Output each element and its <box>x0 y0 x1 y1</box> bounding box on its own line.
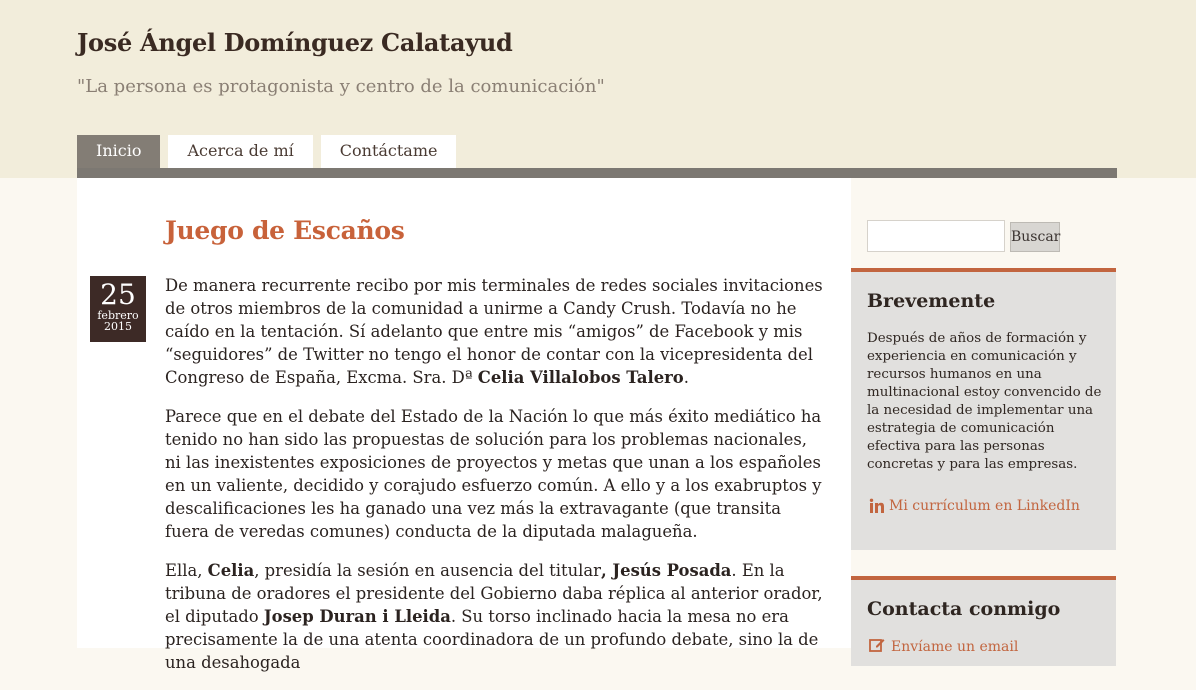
post-title[interactable]: Juego de Escaños <box>165 216 405 245</box>
nav-item-contacto[interactable]: Contáctame <box>320 135 457 169</box>
site-title[interactable]: José Ángel Domínguez Calatayud <box>77 28 513 57</box>
date-year: 2015 <box>104 320 132 333</box>
linkedin-label: Mi currículum en LinkedIn <box>889 498 1080 514</box>
text: , presidía la sesión en ausencia del tit… <box>254 561 601 580</box>
nav-item-acerca[interactable]: Acerca de mí <box>168 135 313 169</box>
search-input[interactable] <box>867 220 1005 252</box>
about-text: Después de años de formación y experienc… <box>867 331 1102 472</box>
bold-name: , Jesús Posada <box>600 561 732 580</box>
widget-title: Contacta conmigo <box>867 598 1061 620</box>
post-paragraph-3: Ella, Celia, presidía la sesión en ausen… <box>165 559 825 674</box>
sidebar: Buscar Brevemente Después de años de for… <box>851 178 1117 666</box>
post-paragraph-2: Parece que en el debate del Estado de la… <box>165 407 822 541</box>
linkedin-link[interactable]: Mi currículum en LinkedIn <box>869 498 1080 514</box>
widget-title: Brevemente <box>867 290 996 312</box>
linkedin-icon <box>869 498 885 514</box>
post-body: De manera recurrente recibo por mis term… <box>165 274 825 690</box>
bold-name: Celia Villalobos Talero <box>477 368 684 387</box>
text: . <box>683 368 689 387</box>
about-widget: Brevemente Después de años de formación … <box>851 268 1116 550</box>
nav-item-inicio[interactable]: Inicio <box>77 135 161 169</box>
site-header: José Ángel Domínguez Calatayud "La perso… <box>0 0 1196 178</box>
email-link[interactable]: Envíame un email <box>869 638 1018 656</box>
nav-underline-bar <box>77 168 1117 178</box>
main-content: Juego de Escaños 25 febrero 2015 De mane… <box>77 178 851 672</box>
bold-name: Josep Duran i Lleida <box>263 607 451 626</box>
main-nav: Inicio Acerca de mí Contáctame <box>77 135 457 169</box>
post-paragraph-1: De manera recurrente recibo por mis term… <box>165 274 825 389</box>
email-link-label: Envíame un email <box>891 639 1019 655</box>
site-tagline: "La persona es protagonista y centro de … <box>77 76 605 97</box>
post-date-badge: 25 febrero 2015 <box>90 276 146 342</box>
email-edit-icon <box>869 638 885 656</box>
bold-name: Celia <box>207 561 255 580</box>
search-button[interactable]: Buscar <box>1010 222 1060 252</box>
contact-widget: Contacta conmigo Envíame un email <box>851 576 1116 666</box>
text: Ella, <box>165 561 208 580</box>
date-day: 25 <box>100 278 136 311</box>
